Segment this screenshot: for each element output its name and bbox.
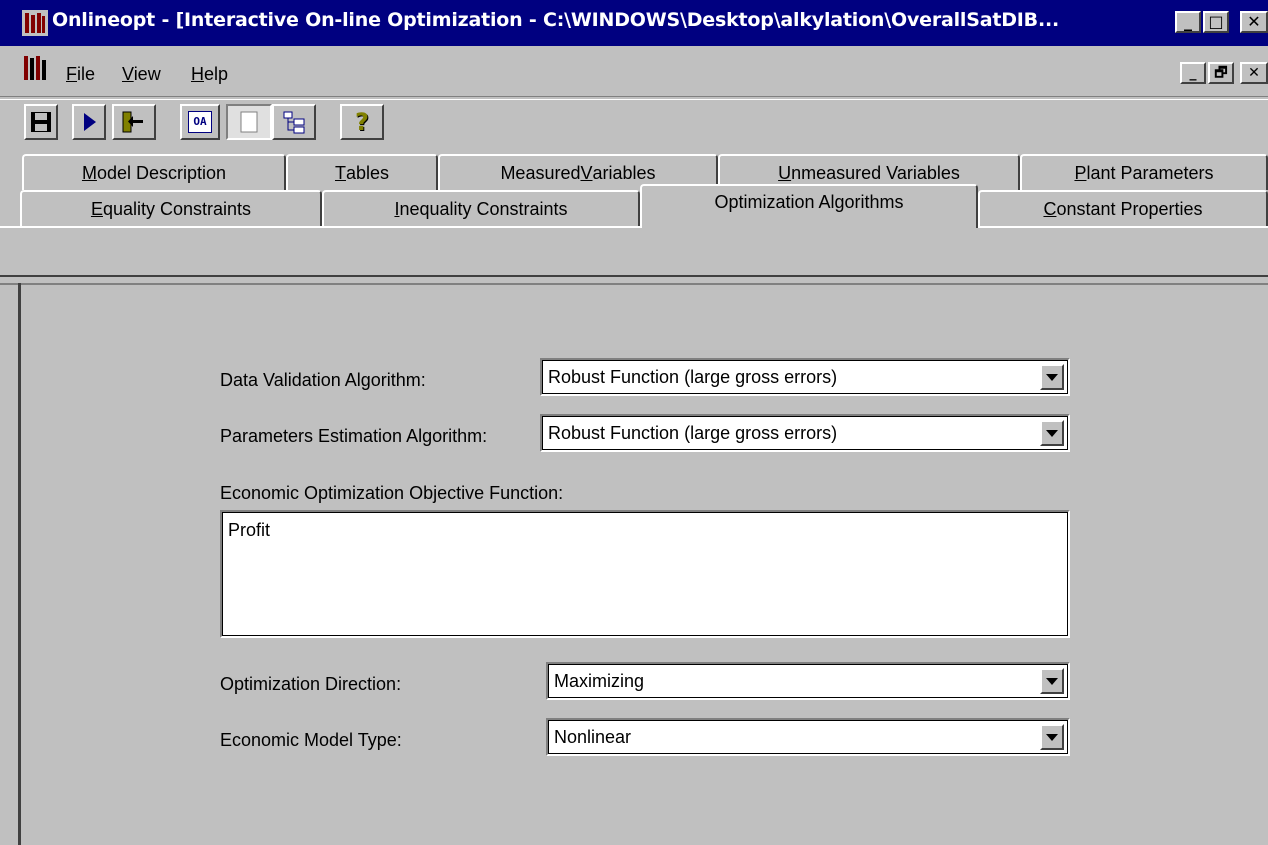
exit-icon (122, 111, 143, 133)
window-title: Onlineopt - [Interactive On-line Optimiz… (52, 9, 1059, 31)
page-icon (240, 111, 258, 133)
oa-icon: OA (188, 111, 212, 133)
app-icon (22, 10, 48, 36)
page-view-button[interactable] (226, 104, 272, 140)
menu-bar: File View Help _ 🗗 ✕ (0, 46, 1268, 96)
save-icon (31, 112, 51, 132)
minimize-button[interactable]: _ (1175, 11, 1201, 33)
direction-dropdown-button[interactable] (1040, 668, 1064, 694)
param-estimation-select[interactable]: Robust Function (large gross errors) (540, 414, 1070, 452)
param-estimation-label: Parameters Estimation Algorithm: (220, 426, 488, 446)
data-validation-value: Robust Function (large gross errors) (548, 367, 838, 387)
tab-plant-parameters[interactable]: Plant Parameters (1020, 154, 1268, 190)
objective-textarea[interactable]: Profit (220, 510, 1070, 638)
tab-tables[interactable]: Tables (286, 154, 438, 190)
tab-inequality-constraints[interactable]: Inequality Constraints (322, 190, 640, 226)
data-validation-select[interactable]: Robust Function (large gross errors) (540, 358, 1070, 396)
play-icon (84, 113, 96, 131)
tree-icon (283, 111, 305, 134)
menu-separator (0, 96, 1268, 100)
mdi-restore-button[interactable]: 🗗 (1208, 62, 1234, 84)
direction-value: Maximizing (554, 671, 645, 691)
mdi-close-button[interactable]: ✕ (1240, 62, 1268, 84)
save-button[interactable] (24, 104, 58, 140)
menu-view[interactable]: View (122, 64, 161, 85)
tab-constant-properties[interactable]: Constant Properties (978, 190, 1268, 226)
help-button[interactable]: ? (340, 104, 384, 140)
tab-content-header (0, 226, 1268, 280)
objective-label: Economic Optimization Objective Function… (220, 483, 564, 503)
exit-button[interactable] (112, 104, 156, 140)
data-validation-dropdown-button[interactable] (1040, 364, 1064, 390)
tab-equality-constraints[interactable]: Equality Constraints (20, 190, 322, 226)
close-button[interactable]: ✕ (1240, 11, 1268, 33)
data-validation-label: Data Validation Algorithm: (220, 370, 426, 390)
tree-view-button[interactable] (272, 104, 316, 140)
oa-button[interactable]: OA (180, 104, 220, 140)
document-icon (24, 56, 46, 80)
chevron-down-icon (1046, 429, 1058, 437)
help-icon: ? (355, 108, 369, 136)
chevron-down-icon (1046, 677, 1058, 685)
mdi-minimize-button[interactable]: _ (1180, 62, 1206, 84)
menu-help[interactable]: Help (191, 64, 228, 85)
run-button[interactable] (72, 104, 106, 140)
chevron-down-icon (1046, 373, 1058, 381)
model-type-value: Nonlinear (554, 727, 632, 747)
param-estimation-value: Robust Function (large gross errors) (548, 423, 838, 443)
chevron-down-icon (1046, 733, 1058, 741)
model-type-label: Economic Model Type: (220, 730, 402, 750)
model-type-dropdown-button[interactable] (1040, 724, 1064, 750)
tab-optimization-algorithms[interactable]: Optimization Algorithms (640, 184, 978, 228)
maximize-button[interactable]: □ (1203, 11, 1229, 33)
tab-model-description[interactable]: Model Description (22, 154, 286, 190)
title-bar: Onlineopt - [Interactive On-line Optimiz… (0, 0, 1268, 46)
model-type-select[interactable]: Nonlinear (546, 718, 1070, 756)
direction-label: Optimization Direction: (220, 674, 402, 694)
param-estimation-dropdown-button[interactable] (1040, 420, 1064, 446)
direction-select[interactable]: Maximizing (546, 662, 1070, 700)
menu-file[interactable]: File (66, 64, 95, 85)
